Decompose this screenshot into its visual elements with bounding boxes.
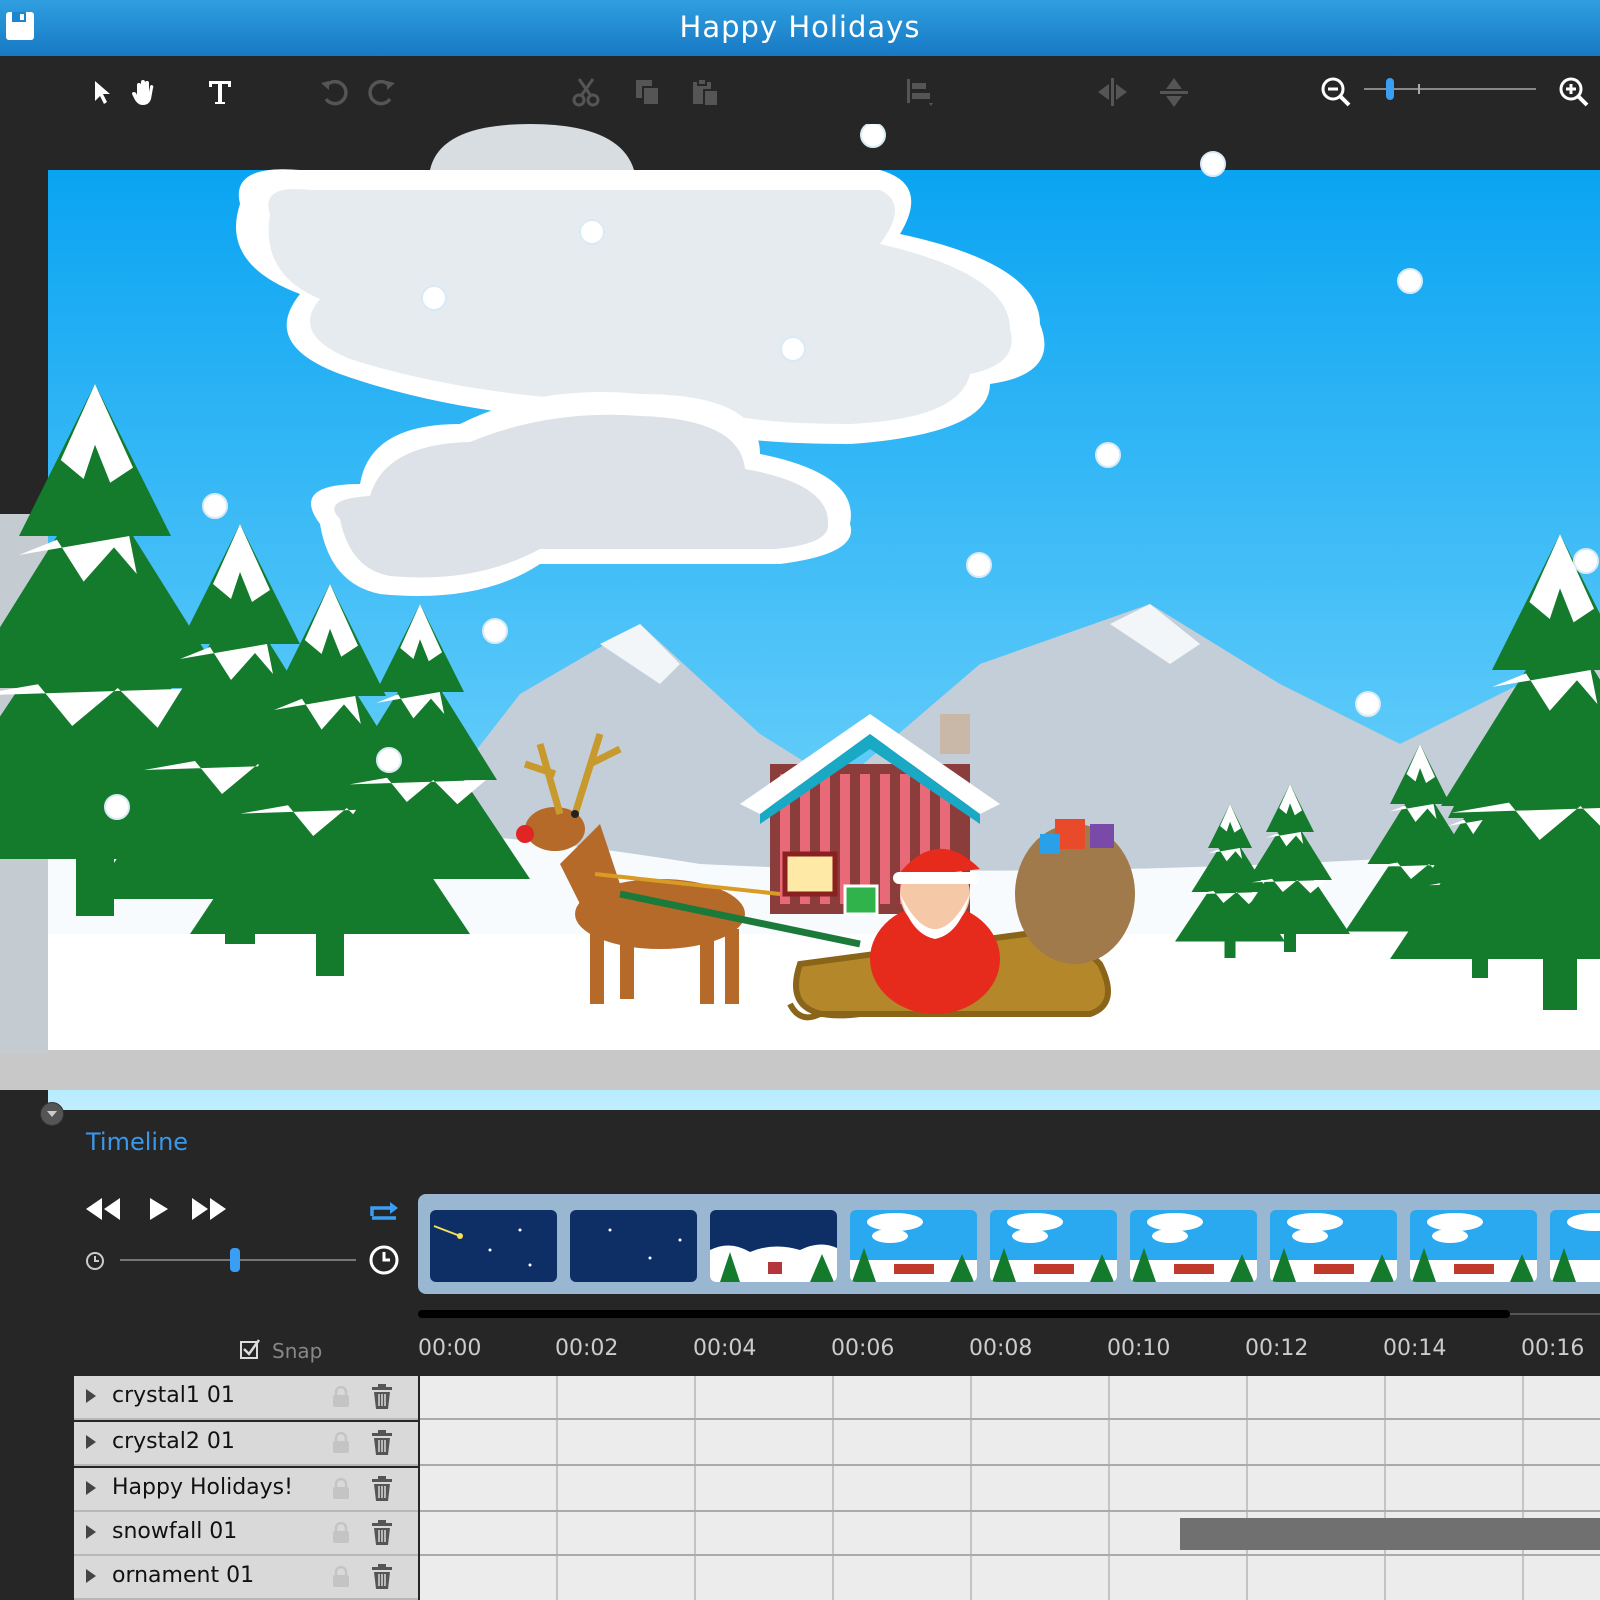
timeline-collapse-button[interactable]: [40, 1102, 64, 1126]
copy-icon[interactable]: [628, 72, 668, 112]
expand-arrow-icon[interactable]: [86, 1481, 96, 1495]
frame-thumbnail[interactable]: [850, 1210, 977, 1282]
layer-name: Happy Holidays!: [112, 1475, 293, 1500]
ruler-tick-label: 00:04: [693, 1336, 757, 1361]
layer-row[interactable]: ornament 01: [74, 1556, 418, 1600]
trash-icon[interactable]: [370, 1476, 394, 1502]
expand-arrow-icon[interactable]: [86, 1525, 96, 1539]
text-tool-icon[interactable]: [200, 72, 240, 112]
flip-vertical-icon[interactable]: [1154, 72, 1194, 112]
expand-arrow-icon[interactable]: [86, 1435, 96, 1449]
snap-label: Snap: [272, 1339, 323, 1363]
timeline-scrubber-end: [1510, 1313, 1600, 1315]
ruler-tick-label: 00:14: [1383, 1336, 1447, 1361]
title-bar: Happy Holidays: [0, 0, 1600, 57]
trash-icon[interactable]: [370, 1430, 394, 1456]
fast-clock-icon: [369, 1245, 399, 1275]
frame-thumbnail[interactable]: [710, 1210, 837, 1282]
flip-horizontal-icon[interactable]: [1092, 72, 1132, 112]
snap-checkbox[interactable]: [240, 1339, 260, 1359]
align-icon[interactable]: [900, 72, 940, 112]
layer-name: crystal1 01: [112, 1383, 235, 1408]
ruler-tick-label: 00:02: [555, 1336, 619, 1361]
lock-icon[interactable]: [330, 1522, 352, 1544]
layer-row[interactable]: snowfall 01: [74, 1512, 418, 1556]
paste-icon[interactable]: [686, 72, 726, 112]
frame-thumbnail[interactable]: [1410, 1210, 1537, 1282]
lock-icon[interactable]: [330, 1386, 352, 1408]
ruler-tick-label: 00:08: [969, 1336, 1033, 1361]
toolbar: [0, 56, 1600, 124]
zoom-slider-tick: [1418, 84, 1420, 94]
rewind-icon[interactable]: [84, 1196, 122, 1222]
undo-icon[interactable]: [314, 72, 354, 112]
expand-arrow-icon[interactable]: [86, 1569, 96, 1583]
timeline-scrubber[interactable]: [418, 1310, 1510, 1318]
frame-thumbnail[interactable]: [1270, 1210, 1397, 1282]
scene-canvas[interactable]: [0, 124, 1600, 1116]
frame-thumbnail[interactable]: [570, 1210, 697, 1282]
frame-thumbnail[interactable]: [1130, 1210, 1257, 1282]
zoom-out-icon[interactable]: [1316, 72, 1356, 112]
snowfall-clip-bar[interactable]: [1180, 1518, 1600, 1550]
lock-icon[interactable]: [330, 1566, 352, 1588]
trash-icon[interactable]: [370, 1384, 394, 1410]
zoom-slider-handle[interactable]: [1386, 78, 1394, 100]
frame-thumbnail[interactable]: [1550, 1210, 1600, 1282]
play-icon[interactable]: [146, 1196, 170, 1222]
frame-thumbnail-strip[interactable]: [418, 1194, 1600, 1294]
lock-icon[interactable]: [330, 1478, 352, 1500]
fast-forward-icon[interactable]: [190, 1196, 228, 1222]
ruler-tick-label: 00:16: [1521, 1336, 1585, 1361]
loop-icon[interactable]: [368, 1198, 400, 1222]
pointer-icon[interactable]: [80, 72, 120, 112]
trash-icon[interactable]: [370, 1564, 394, 1590]
layer-row[interactable]: Happy Holidays!: [74, 1468, 418, 1512]
frame-thumbnail[interactable]: [990, 1210, 1117, 1282]
layer-row[interactable]: crystal1 01: [74, 1376, 418, 1420]
layer-name: ornament 01: [112, 1563, 255, 1588]
layer-name: crystal2 01: [112, 1429, 235, 1454]
zoom-in-icon[interactable]: [1554, 72, 1594, 112]
trash-icon[interactable]: [370, 1520, 394, 1546]
speed-slider-handle[interactable]: [230, 1248, 240, 1272]
layer-name: snowfall 01: [112, 1519, 238, 1544]
timeline-track-grid[interactable]: [420, 1376, 1600, 1600]
ruler-tick-label: 00:10: [1107, 1336, 1171, 1361]
ruler-tick-label: 00:06: [831, 1336, 895, 1361]
redo-icon[interactable]: [362, 72, 402, 112]
slow-clock-icon: [86, 1252, 104, 1270]
ruler-tick-label: 00:00: [418, 1336, 482, 1361]
hand-icon[interactable]: [124, 72, 164, 112]
frame-thumbnail[interactable]: [430, 1210, 557, 1282]
layer-row[interactable]: crystal2 01: [74, 1422, 418, 1466]
expand-arrow-icon[interactable]: [86, 1389, 96, 1403]
stage-area[interactable]: [0, 124, 1600, 1116]
timeline-title: Timeline: [86, 1128, 189, 1156]
window-title: Happy Holidays: [679, 10, 921, 44]
cut-icon[interactable]: [566, 72, 606, 112]
ruler-tick-label: 00:12: [1245, 1336, 1309, 1361]
lock-icon[interactable]: [330, 1432, 352, 1454]
